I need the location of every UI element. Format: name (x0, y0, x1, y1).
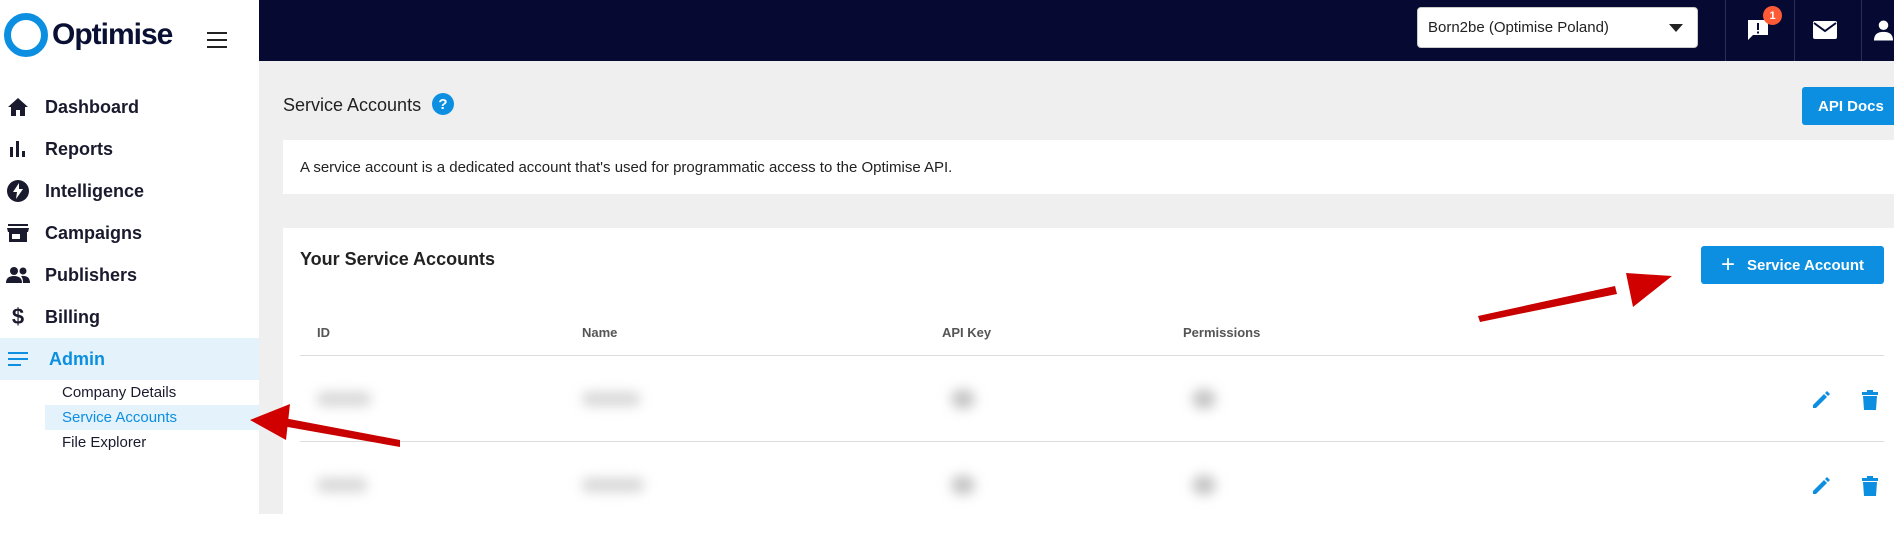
redacted-api-key (951, 389, 975, 409)
top-bar: Born2be (Optimise Poland) 1 (259, 0, 1894, 61)
brand-logo[interactable]: Optimise (4, 10, 173, 60)
sidebar-item-label: Dashboard (45, 96, 140, 117)
sidebar-item-intelligence[interactable]: Intelligence (0, 170, 259, 212)
sidebar-item-label: Admin (49, 348, 105, 369)
subnav-file-explorer[interactable]: File Explorer (0, 430, 259, 455)
account-selector[interactable]: Born2be (Optimise Poland) (1417, 7, 1698, 48)
store-icon (6, 221, 30, 245)
trash-icon (1862, 390, 1878, 410)
info-card: A service account is a dedicated account… (283, 140, 1894, 194)
sidebar-item-label: Billing (45, 306, 100, 327)
mail-icon (1813, 21, 1837, 39)
delete-button[interactable] (1858, 388, 1882, 412)
page-title: Service Accounts (283, 95, 422, 115)
redacted-id (317, 392, 371, 406)
table-row[interactable] (300, 442, 1884, 528)
plus-icon: + (1720, 251, 1735, 278)
topbar-divider (1725, 0, 1726, 61)
add-button-label: Service Account (1747, 256, 1864, 274)
bolt-icon (6, 179, 30, 203)
add-service-account-button[interactable]: + Service Account (1701, 246, 1884, 284)
column-header-api-key[interactable]: API Key (942, 325, 991, 340)
info-text: A service account is a dedicated account… (300, 158, 953, 176)
column-header-id[interactable]: ID (317, 325, 330, 340)
service-accounts-card: Your Service Accounts + Service Account … (283, 228, 1894, 514)
redacted-permissions (1192, 475, 1216, 495)
redacted-api-key (951, 475, 975, 495)
sidebar-item-campaigns[interactable]: Campaigns (0, 212, 259, 254)
column-header-permissions[interactable]: Permissions (1183, 325, 1260, 340)
chevron-down-icon (1669, 24, 1683, 32)
people-icon (6, 263, 30, 287)
redacted-name (582, 478, 644, 492)
help-icon[interactable]: ? (432, 93, 454, 115)
sidebar-nav: Dashboard Reports Intelligence Campaigns (0, 86, 259, 380)
admin-subnav: Company Details Service Accounts File Ex… (0, 380, 259, 455)
notification-badge: 1 (1763, 6, 1782, 25)
sidebar-item-label: Publishers (45, 264, 138, 285)
redacted-id (317, 478, 367, 492)
app-root: Optimise Dashboard Reports Intelligence … (0, 0, 1894, 547)
topbar-divider (1794, 0, 1795, 61)
table-header: ID Name API Key Permissions (300, 313, 1884, 356)
sidebar-item-label: Intelligence (45, 180, 145, 201)
sidebar-item-label: Reports (45, 138, 114, 159)
trash-icon (1862, 476, 1878, 496)
subnav-service-accounts[interactable]: Service Accounts (45, 405, 259, 430)
bar-chart-icon (6, 137, 30, 161)
api-docs-button[interactable]: API Docs (1802, 87, 1894, 125)
notifications-button[interactable]: 1 (1743, 6, 1782, 45)
hamburger-icon (207, 32, 227, 34)
card-title: Your Service Accounts (300, 249, 496, 269)
delete-button[interactable] (1858, 474, 1882, 498)
pencil-icon (1813, 477, 1830, 494)
sidebar: Optimise Dashboard Reports Intelligence … (0, 0, 259, 514)
redacted-permissions (1192, 389, 1216, 409)
sidebar-item-dashboard[interactable]: Dashboard (0, 86, 259, 128)
user-icon (1873, 20, 1894, 41)
menu-toggle-button[interactable] (207, 32, 227, 48)
dollar-icon: $ (11, 304, 25, 329)
brand-name: Optimise (52, 18, 173, 51)
edit-button[interactable] (1809, 388, 1833, 412)
sidebar-item-label: Campaigns (45, 222, 143, 243)
topbar-divider (1861, 0, 1862, 61)
sidebar-item-billing[interactable]: $ Billing (0, 296, 259, 338)
column-header-name[interactable]: Name (582, 325, 617, 340)
pencil-icon (1813, 391, 1830, 408)
sidebar-item-admin[interactable]: Admin (0, 338, 259, 380)
sidebar-item-reports[interactable]: Reports (0, 128, 259, 170)
list-icon (6, 347, 30, 371)
logo-ring-icon (4, 13, 48, 57)
home-icon (6, 95, 30, 119)
subnav-company-details[interactable]: Company Details (0, 380, 259, 405)
sidebar-item-publishers[interactable]: Publishers (0, 254, 259, 296)
messages-button[interactable] (1810, 15, 1840, 45)
main-content: Service Accounts ? API Docs A service ac… (259, 61, 1894, 514)
user-menu-button[interactable] (1873, 15, 1894, 45)
account-selector-value: Born2be (Optimise Poland) (1428, 19, 1609, 36)
edit-button[interactable] (1809, 474, 1833, 498)
redacted-name (582, 392, 640, 406)
table-row[interactable] (300, 356, 1884, 442)
